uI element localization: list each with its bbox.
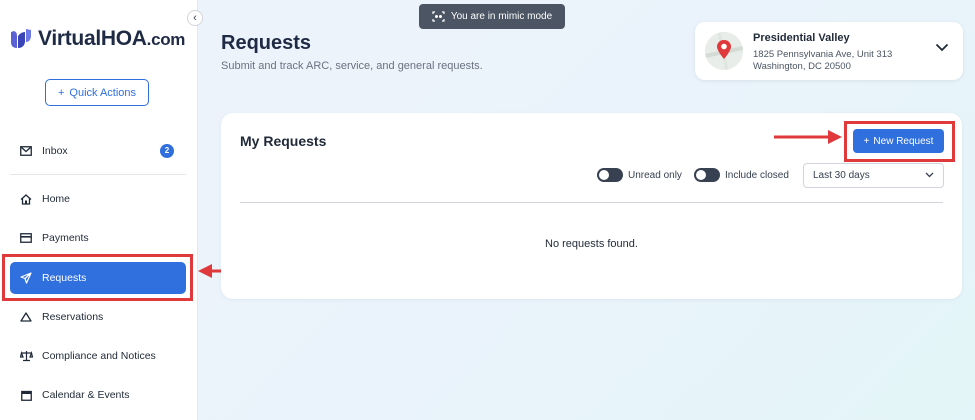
include-closed-toggle[interactable]	[694, 168, 720, 182]
unread-only-toggle[interactable]	[597, 168, 623, 182]
unread-only-label: Unread only	[628, 170, 682, 181]
brand-logo[interactable]: VirtualHOA.com	[8, 26, 185, 52]
mimic-mode-banner: You are in mimic mode	[419, 4, 565, 29]
sidebar-divider	[10, 174, 186, 175]
empty-state-message: No requests found.	[545, 238, 638, 250]
inbox-count-badge: 2	[160, 144, 174, 158]
sidebar-item-label: Compliance and Notices	[42, 350, 156, 362]
tent-icon	[10, 312, 42, 322]
sidebar-item-home[interactable]: Home	[10, 184, 186, 214]
sidebar-item-label: Reservations	[42, 311, 104, 323]
card-icon	[10, 233, 42, 243]
sidebar-item-compliance[interactable]: Compliance and Notices	[10, 341, 186, 371]
include-closed-label: Include closed	[725, 170, 789, 181]
collapse-sidebar-button[interactable]: ‹	[187, 10, 203, 26]
page-subtitle: Submit and track ARC, service, and gener…	[221, 60, 483, 72]
chevron-down-icon	[925, 172, 934, 178]
mimic-mode-text: You are in mimic mode	[450, 11, 553, 22]
property-address-line1: 1825 Pennsylvania Ave, Unit 313	[753, 49, 893, 60]
sidebar-item-payments[interactable]: Payments	[10, 223, 186, 253]
chevron-down-icon	[935, 43, 949, 52]
date-range-select[interactable]: Last 30 days	[803, 163, 944, 188]
sidebar-item-label: Inbox	[42, 145, 68, 157]
logo-icon	[11, 29, 31, 48]
page-title: Requests	[221, 32, 312, 54]
home-icon	[10, 193, 42, 205]
sidebar-item-calendar[interactable]: Calendar & Events	[10, 380, 186, 410]
panel-divider	[240, 202, 943, 203]
sidebar-item-label: Home	[42, 193, 71, 205]
send-icon	[10, 272, 42, 284]
calendar-icon	[10, 390, 42, 401]
property-selector[interactable]: Presidential Valley 1825 Pennsylvania Av…	[695, 22, 963, 80]
property-name: Presidential Valley	[753, 32, 850, 44]
brand-name: VirtualHOA	[38, 27, 147, 50]
scale-icon	[10, 350, 42, 362]
my-requests-panel: My Requests + New Request Unread only In…	[221, 113, 962, 299]
panel-title: My Requests	[240, 133, 327, 149]
brand-suffix: .com	[146, 30, 186, 49]
new-request-label: New Request	[873, 135, 934, 147]
plus-icon: +	[863, 135, 870, 147]
sidebar-item-reservations[interactable]: Reservations	[10, 302, 186, 332]
plus-icon: +	[57, 86, 65, 99]
mail-icon	[10, 146, 42, 156]
property-address-line2: Washington, DC 20500	[753, 61, 851, 72]
quick-actions-button[interactable]: + Quick Actions	[45, 79, 149, 106]
sidebar-item-inbox[interactable]: Inbox 2	[10, 136, 186, 166]
date-range-value: Last 30 days	[813, 170, 870, 181]
sidebar-item-requests[interactable]: Requests	[10, 262, 186, 294]
sidebar-item-label: Requests	[42, 272, 87, 284]
quick-actions-label: Quick Actions	[69, 86, 137, 99]
new-request-button[interactable]: + New Request	[853, 129, 944, 153]
sidebar: VirtualHOA.com + Quick Actions Inbox 2 H…	[0, 0, 198, 420]
sidebar-item-label: Calendar & Events	[42, 389, 130, 401]
sidebar-item-label: Payments	[42, 232, 89, 244]
mimic-icon	[432, 11, 445, 22]
map-pin-icon	[705, 32, 743, 70]
